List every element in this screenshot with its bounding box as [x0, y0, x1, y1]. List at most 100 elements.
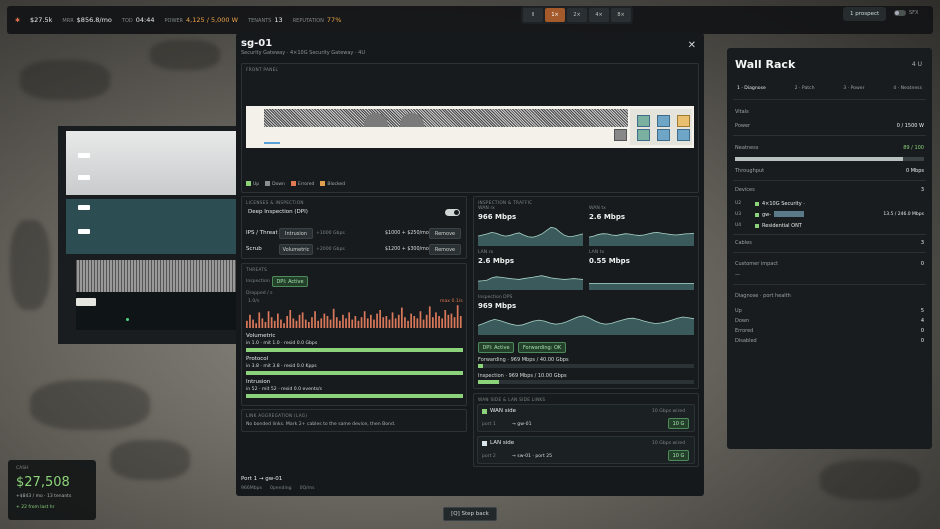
speed-button[interactable]: 8×: [611, 8, 631, 22]
dpi-active-badge[interactable]: DPI: Active: [272, 276, 308, 287]
license-name: IPS / Threat: [246, 230, 278, 236]
device-subtitle: Security Gateway · 4×10G Security Gatewa…: [241, 50, 365, 56]
traffic-graph-value: 2.6 Mbps: [589, 213, 625, 221]
prospect-button[interactable]: 1 prospect: [843, 7, 887, 21]
power-value: 0 / 1500 W: [896, 123, 924, 129]
rack-unit-ont-grill[interactable]: [76, 260, 236, 292]
inspection-dpi-badge[interactable]: DPI: Active: [478, 342, 514, 353]
threats-header: THREATS: [246, 267, 268, 272]
device-slot: U2: [735, 201, 742, 206]
wall-rack-panel: Wall Rack 4 U 1 · Diagnose 2 · Patch 3 · P…: [727, 48, 932, 449]
health-value: 5: [920, 308, 924, 314]
speed-button[interactable]: 1×: [545, 8, 565, 22]
drop-bar: [301, 312, 304, 328]
device-title: sg-01: [241, 38, 273, 49]
health-value: 0: [920, 328, 924, 334]
drop-bar: [308, 322, 310, 328]
vitals-label: Vitals: [735, 109, 749, 115]
dropped-label: Dropped / s: [246, 291, 273, 296]
speed-button[interactable]: 4×: [589, 8, 609, 22]
device-name[interactable]: gw-: [762, 212, 771, 218]
rack-size: 4 U: [911, 61, 922, 68]
device-name[interactable]: 4×10G Security ·: [762, 201, 805, 207]
sfx-switch[interactable]: [894, 10, 906, 16]
port-icon[interactable]: [614, 129, 627, 141]
drop-bar: [382, 317, 385, 328]
threat-mitigation-bar: [246, 371, 463, 375]
rack-unit-security-gateway[interactable]: [66, 131, 236, 195]
hud-stat-value: 4,125 / 5,000 W: [186, 16, 239, 24]
step-back-button[interactable]: [Q] Step back: [443, 507, 497, 521]
drop-bar: [373, 319, 375, 328]
bug-icon[interactable]: ✱: [15, 17, 20, 24]
rack-unit-ont[interactable]: [76, 292, 236, 330]
license-capacity: +2000 Gbps: [316, 247, 345, 252]
drop-bar: [394, 318, 397, 328]
rack-tab[interactable]: 1 · Diagnose: [733, 84, 770, 93]
legend-label: Down: [272, 182, 285, 187]
speed-button[interactable]: 2×: [567, 8, 587, 22]
cash-value: $27,508: [16, 475, 70, 490]
drop-bar: [407, 320, 409, 328]
inspection-dps-label: Inspection DPS: [478, 295, 513, 300]
threat-category-name: Volumetric: [246, 333, 276, 339]
device-status-icon: [755, 224, 759, 228]
speed-button[interactable]: II: [523, 8, 543, 22]
traffic-graph-label: WAN tx: [589, 206, 606, 211]
port-icon[interactable]: [657, 115, 670, 127]
drop-bar: [447, 314, 450, 328]
hud-stat-label: REPUTATION: [292, 18, 324, 24]
port-icon[interactable]: [677, 129, 690, 141]
license-tier-select[interactable]: Intrusion: [279, 228, 313, 239]
link-speed-badge[interactable]: 10 G: [668, 450, 689, 461]
drop-bar: [363, 311, 366, 328]
drop-bar: [425, 314, 428, 328]
drop-bar: [413, 316, 416, 328]
license-remove-button[interactable]: Remove: [429, 228, 461, 239]
device-name[interactable]: Residential ONT: [762, 223, 802, 229]
traffic-graph: [478, 226, 583, 246]
dpi-toggle[interactable]: [445, 209, 460, 216]
rack-tab[interactable]: 3 · Power: [839, 84, 868, 93]
link-peer[interactable]: → gw-01: [512, 422, 532, 427]
rack-tab[interactable]: 4 · Neatness: [889, 84, 926, 93]
port-icon[interactable]: [637, 129, 650, 141]
front-panel-grill: [264, 109, 628, 127]
drop-bar: [273, 320, 276, 328]
devices-label: Devices: [735, 187, 755, 193]
link-side-label: LAN side: [490, 440, 515, 446]
drop-bar: [323, 313, 326, 328]
drop-bar: [422, 319, 425, 328]
link-speed: 10 Gbps wired: [652, 409, 686, 414]
throughput-label: Throughput: [735, 168, 765, 174]
threat-category-stats: in 3.8 · mit 3.8 · resid 0.0 Kpps: [246, 364, 317, 369]
drop-bar: [314, 311, 316, 328]
device-slot: U4: [735, 223, 742, 228]
sfx-toggle[interactable]: SFX: [894, 10, 918, 16]
traffic-graph-value: 2.6 Mbps: [478, 257, 514, 265]
rack-tabs: 1 · Diagnose 2 · Patch 3 · Power 4 · Neatne…: [733, 84, 926, 93]
forwarding-ok-badge[interactable]: Forwarding: OK: [518, 342, 566, 353]
port-footer-stat: 0Q/ms: [299, 486, 315, 491]
link-peer[interactable]: → sw-01 · port 25: [512, 454, 552, 459]
close-icon[interactable]: ✕: [688, 40, 696, 51]
hud-stat-value: $27.5k: [30, 16, 53, 24]
throughput-value: 0 Mbps: [905, 168, 924, 174]
legend-item: Errored: [290, 181, 314, 187]
rack-tab[interactable]: 2 · Patch: [791, 84, 819, 93]
port-icon[interactable]: [637, 115, 650, 127]
rack-unit-gateway[interactable]: [66, 199, 236, 254]
inspection-bar: [478, 380, 694, 384]
drop-bar: [428, 306, 431, 328]
impact-dash: —: [735, 272, 740, 278]
drop-bar: [246, 320, 248, 328]
hud-stat-label: TENANTS: [248, 18, 272, 24]
license-remove-button[interactable]: Remove: [429, 244, 461, 255]
port-icon[interactable]: [657, 129, 670, 141]
port-icon[interactable]: [677, 115, 690, 127]
link-speed-badge[interactable]: 10 G: [668, 418, 689, 429]
license-tier-select[interactable]: Volumetric: [279, 244, 313, 255]
cash-income: +$843 / mo · 13 tenants: [16, 494, 72, 499]
dropped-chart: [246, 305, 462, 328]
drop-bar: [351, 319, 354, 328]
